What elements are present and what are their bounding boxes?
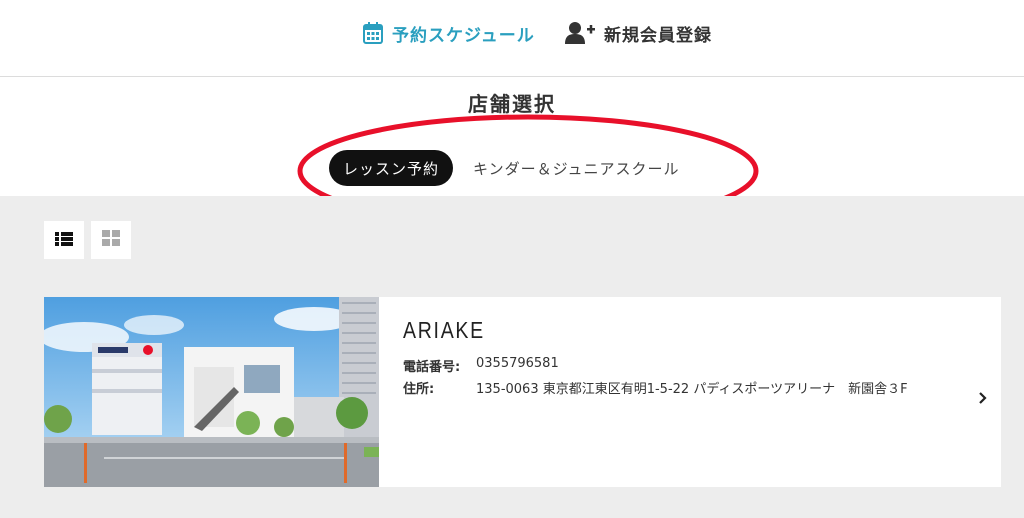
tab-kinder-junior-school[interactable]: キンダー＆ジュニアスクール bbox=[471, 150, 682, 186]
grid-view-button[interactable] bbox=[91, 221, 131, 259]
register-link[interactable]: 新規会員登録 bbox=[564, 18, 712, 48]
user-plus-icon bbox=[564, 21, 596, 45]
phone-value: 0355796581 bbox=[476, 356, 559, 371]
list-view-button[interactable] bbox=[44, 221, 84, 259]
address-label: 住所: bbox=[403, 382, 435, 397]
tab-lesson-reservation[interactable]: レッスン予約 bbox=[329, 150, 454, 186]
grid-icon bbox=[102, 230, 120, 250]
reservation-tabs: レッスン予約 キンダー＆ジュニアスクール bbox=[329, 150, 682, 186]
calendar-icon bbox=[362, 21, 384, 45]
schedule-link-label: 予約スケジュール bbox=[392, 25, 535, 46]
page-title: 店舗選択 bbox=[468, 92, 556, 116]
store-name: ARIAKE bbox=[403, 317, 485, 343]
store-photo bbox=[44, 297, 379, 487]
address-value: 135-0063 東京都江東区有明1-5-22 パディスポーツアリーナ 新園舎３… bbox=[476, 382, 908, 397]
address-row: 住所: 135-0063 東京都江東区有明1-5-22 パディスポーツアリーナ … bbox=[403, 378, 908, 397]
store-card-ariake[interactable]: ARIAKE 電話番号: 0355796581 住所: 135-0063 東京都… bbox=[44, 297, 1001, 487]
chevron-right-icon[interactable] bbox=[977, 389, 989, 404]
phone-row: 電話番号: 0355796581 bbox=[403, 356, 559, 375]
list-icon bbox=[55, 231, 73, 250]
top-navigation: 予約スケジュール 新規会員登録 bbox=[0, 0, 1024, 77]
phone-label: 電話番号: bbox=[403, 360, 461, 375]
store-list-area: ARIAKE 電話番号: 0355796581 住所: 135-0063 東京都… bbox=[0, 196, 1024, 518]
schedule-link[interactable]: 予約スケジュール bbox=[362, 18, 535, 48]
register-link-label: 新規会員登録 bbox=[604, 25, 712, 46]
